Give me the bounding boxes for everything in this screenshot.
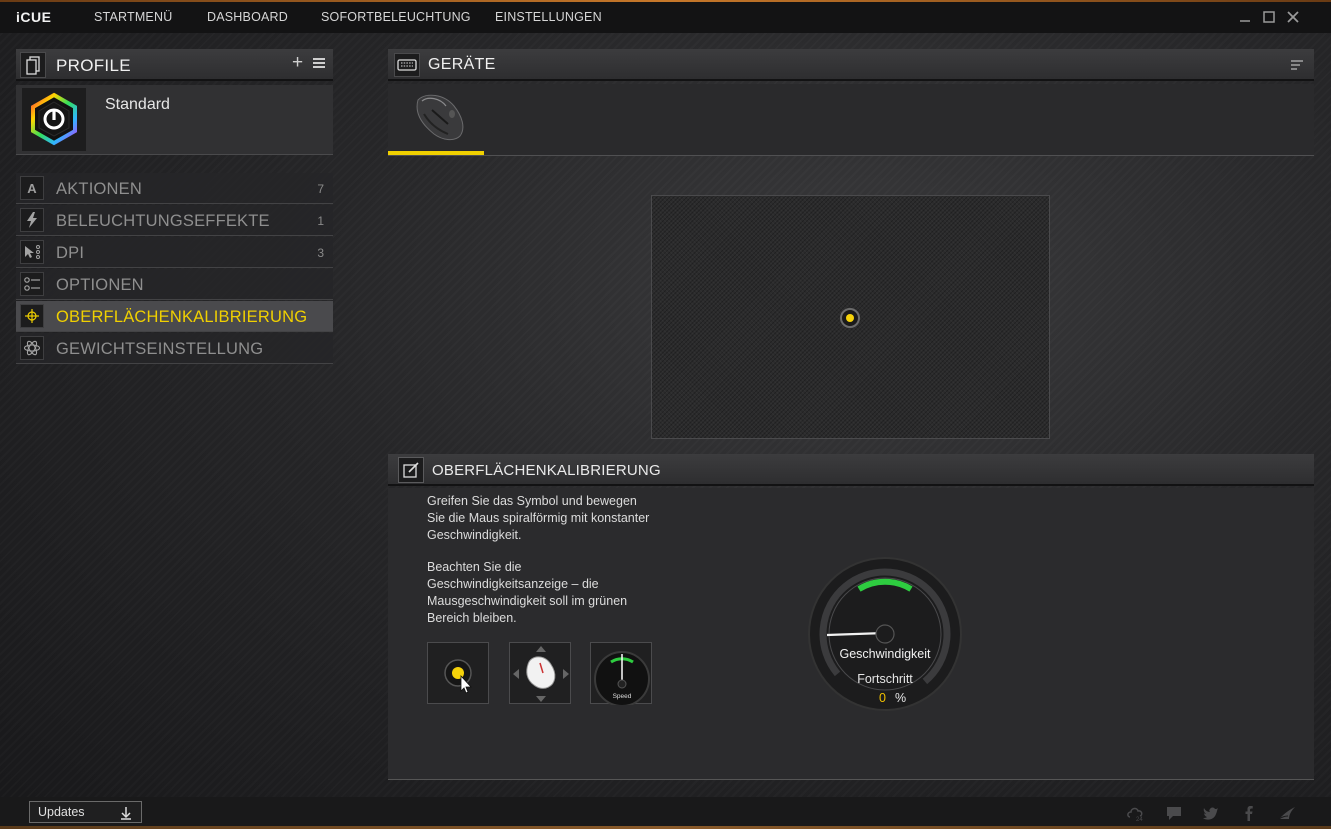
device-strip [388, 84, 1314, 156]
menu-item-weight-tuning[interactable]: GEWICHTSEINSTELLUNG [16, 333, 333, 364]
cloud-24-icon[interactable]: 24 [1126, 805, 1146, 821]
facebook-icon[interactable] [1240, 805, 1258, 821]
menu-item-count: 1 [317, 214, 324, 228]
device-tab-mouse[interactable] [388, 84, 484, 155]
calibration-header: OBERFLÄCHENKALIBRIERUNG [388, 454, 1314, 486]
move-mouse-thumbnail [509, 642, 571, 704]
bottom-bar: Updates 24 [0, 797, 1331, 829]
menu-item-actions[interactable]: A AKTIONEN 7 [16, 173, 333, 204]
keyboard-icon [394, 53, 420, 77]
menu-item-count: 3 [317, 246, 324, 260]
icue-logo-icon [22, 88, 86, 151]
menu-item-dpi[interactable]: DPI 3 [16, 237, 333, 268]
list-menu-icon[interactable] [1290, 58, 1304, 70]
maximize-icon[interactable] [1260, 8, 1278, 26]
crosshair-icon [20, 304, 44, 328]
plus-icon[interactable]: + [292, 52, 303, 74]
calibration-pad[interactable] [651, 195, 1050, 439]
gaming-mouse-icon [416, 94, 464, 141]
profile-name: Standard [105, 96, 170, 113]
menu-item-label: AKTIONEN [56, 180, 142, 198]
thumb-speed-label: Speed [613, 693, 632, 700]
speed-gauge: Geschwindigkeit Fortschritt 0 % [807, 556, 963, 712]
menu-item-surface-calibration[interactable]: OBERFLÄCHENKALIBRIERUNG [16, 301, 333, 332]
menu-item-label: BELEUCHTUNGSEFFEKTE [56, 212, 270, 230]
instruction-text-2: Beachten Sie die Geschwindigkeitsanzeige… [427, 560, 628, 625]
hamburger-icon[interactable] [312, 54, 326, 72]
progress-value: 0 [879, 691, 886, 705]
profiles-title: PROFILE [56, 56, 131, 75]
download-icon [121, 807, 131, 820]
twitter-icon[interactable] [1202, 805, 1220, 821]
title-bar: iCUE STARTMENÜ DASHBOARD SOFORTBELEUCHTU… [0, 2, 1331, 33]
lightning-icon [20, 208, 44, 232]
calibration-title: OBERFLÄCHENKALIBRIERUNG [432, 462, 661, 479]
weight-icon [20, 336, 44, 360]
profiles-header: PROFILE + [16, 49, 333, 81]
instruction-text-1: Greifen Sie das Symbol und bewegen Sie d… [427, 494, 650, 542]
speed-gauge-thumbnail: Speed [590, 642, 652, 707]
updates-button[interactable]: Updates [29, 801, 142, 823]
edit-icon [398, 457, 424, 483]
app-logo: iCUE [16, 9, 52, 25]
speed-label: Geschwindigkeit [839, 647, 931, 661]
menu-item-label: DPI [56, 244, 85, 262]
calibration-body: Greifen Sie das Symbol und bewegen Sie d… [388, 488, 1314, 780]
chat-icon[interactable] [1165, 805, 1183, 821]
menu-item-label: OPTIONEN [56, 276, 144, 294]
progress-label: Fortschritt [857, 672, 913, 686]
devices-header: GERÄTE [388, 49, 1314, 81]
icue-window: iCUE STARTMENÜ DASHBOARD SOFORTBELEUCHTU… [0, 0, 1331, 829]
menu-item-count: 7 [317, 182, 324, 196]
menu-item-options[interactable]: OPTIONEN [16, 269, 333, 300]
corsair-sails-icon[interactable] [1277, 805, 1297, 821]
menu-item-label: GEWICHTSEINSTELLUNG [56, 340, 264, 358]
calibration-target-handle[interactable] [840, 308, 860, 328]
grab-symbol-thumbnail [427, 642, 489, 704]
progress-unit: % [895, 691, 907, 705]
letter-a-icon: A [20, 176, 44, 200]
nav-startmenu[interactable]: STARTMENÜ [94, 10, 172, 24]
profile-card-standard[interactable]: Standard [16, 85, 333, 155]
options-list-icon [20, 272, 44, 296]
minimize-icon[interactable] [1236, 8, 1254, 26]
cursor-dpi-icon [20, 240, 44, 264]
nav-dashboard[interactable]: DASHBOARD [207, 10, 288, 24]
selected-device-indicator [388, 151, 484, 155]
devices-title: GERÄTE [428, 56, 496, 73]
menu-item-label: OBERFLÄCHENKALIBRIERUNG [56, 308, 308, 326]
nav-instant-lighting[interactable]: SOFORTBELEUCHTUNG [321, 10, 471, 24]
svg-text:24: 24 [1136, 817, 1143, 821]
close-icon[interactable] [1284, 8, 1302, 26]
menu-item-lighting-effects[interactable]: BELEUCHTUNGSEFFEKTE 1 [16, 205, 333, 236]
profiles-icon [20, 52, 46, 78]
nav-settings[interactable]: EINSTELLUNGEN [495, 10, 602, 24]
updates-label: Updates [38, 805, 85, 819]
